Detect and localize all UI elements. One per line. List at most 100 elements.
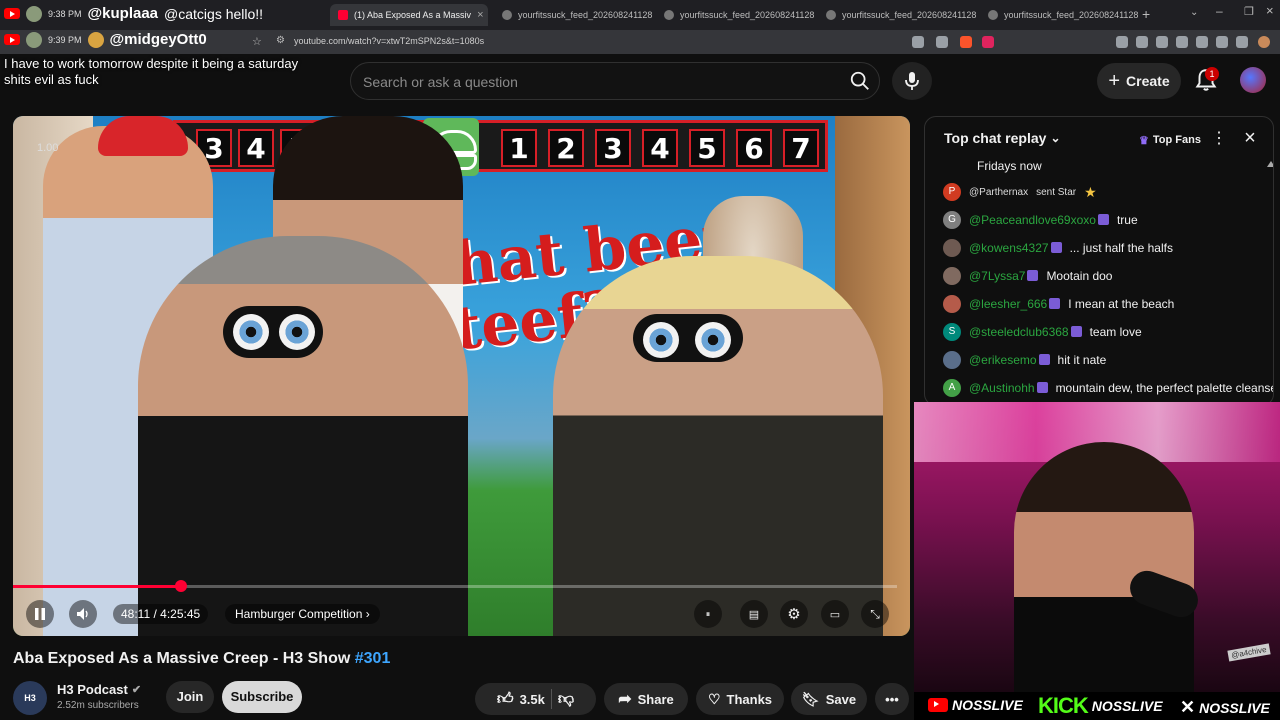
hashtag-link[interactable]: #301 xyxy=(355,650,391,667)
tab-title: (1) Aba Exposed As a Massiv xyxy=(354,10,472,20)
star-icon: ★ xyxy=(1084,183,1097,200)
chat-username[interactable]: @Austinohh xyxy=(969,381,1048,395)
volume-button[interactable] xyxy=(69,600,97,628)
create-button[interactable]: + Create xyxy=(1097,63,1181,99)
channel-name[interactable]: H3 Podcast ✔ xyxy=(57,682,141,697)
autoplay-toggle[interactable]: ⏸ xyxy=(694,600,722,628)
googly-eye-icon xyxy=(643,322,679,358)
settings-button[interactable]: ⚙ xyxy=(780,600,808,628)
youtube-handle: NOSSLIVE xyxy=(928,697,1023,713)
subscribe-button[interactable]: Subscribe xyxy=(222,681,302,713)
save-button[interactable]: 🔖︎ Save xyxy=(791,683,867,715)
chapter-button[interactable]: Hamburger Competition › xyxy=(225,604,380,624)
fullscreen-button[interactable]: ⤡ xyxy=(861,600,889,628)
chat-message-text: true xyxy=(1116,213,1138,227)
youtube-logo-icon xyxy=(4,34,20,45)
voice-search-button[interactable] xyxy=(892,62,932,100)
new-tab-icon[interactable]: + xyxy=(1142,6,1150,22)
theater-mode-button[interactable]: ▭ xyxy=(821,600,849,628)
close-icon[interactable]: × xyxy=(1241,128,1259,148)
chat-username[interactable]: @leesher_666 xyxy=(969,297,1061,311)
brave-rewards-icon[interactable] xyxy=(982,36,994,48)
progress-bar[interactable] xyxy=(13,580,897,592)
tab-close-icon[interactable]: × xyxy=(477,9,483,21)
volume-icon xyxy=(77,608,88,620)
browser-tab[interactable]: yourfitssuck_feed_2026082411281 xyxy=(656,4,814,26)
sidebar-icon[interactable] xyxy=(1176,36,1188,48)
close-window-icon[interactable]: × xyxy=(1266,3,1274,18)
search-bar[interactable]: Search or ask a question xyxy=(350,62,880,100)
zoom-icon[interactable] xyxy=(912,36,924,48)
chat-message-row: @leesher_666 I mean at the beach xyxy=(943,295,1174,313)
top-fans-button[interactable]: ♛ Top Fans xyxy=(1133,129,1207,151)
chat-username-text: @leesher_666 xyxy=(969,297,1048,311)
chat-mode-dropdown[interactable]: Top chat replay ⌄ xyxy=(944,130,1061,146)
extension-icon[interactable] xyxy=(1136,36,1148,48)
chat-username[interactable]: @kowens4327 xyxy=(969,241,1062,255)
scrubber-handle[interactable] xyxy=(175,580,187,592)
member-badge-icon xyxy=(1050,242,1062,253)
chat-username[interactable]: @steeledclub6368 xyxy=(969,325,1082,339)
avatar xyxy=(943,239,961,257)
chat-username[interactable]: @Parthernax xyxy=(969,187,1028,198)
search-input[interactable]: Search or ask a question xyxy=(363,74,518,90)
thanks-button[interactable]: ♡ Thanks xyxy=(696,683,784,715)
chat-username-text: @kowens4327 xyxy=(969,241,1049,255)
youtube-logo-icon xyxy=(4,8,20,19)
chat-message: @catcigs hello!! xyxy=(164,5,264,22)
browser-tab[interactable]: yourfitssuck_feed_2026082411281 xyxy=(494,4,652,26)
browser-tab[interactable]: yourfitssuck_feed_2026082411281 xyxy=(818,4,976,26)
avatar xyxy=(943,267,961,285)
handle-text: NOSSLIVE xyxy=(1199,699,1270,716)
chat-message-row: A @Austinohh mountain dew, the perfect p… xyxy=(943,379,1273,397)
scroll-up-arrow-icon[interactable] xyxy=(1267,161,1273,167)
globe-icon xyxy=(664,10,674,20)
avatar xyxy=(943,351,961,369)
maximize-icon[interactable]: ❐ xyxy=(1244,5,1254,18)
player-controls: 48:11 / 4:25:45 Hamburger Competition › … xyxy=(13,596,910,630)
chat-message-row: P @Parthernax sent Star ★ xyxy=(943,183,1097,201)
scoreboard: 3 4 5 1 2 3 4 5 6 7 xyxy=(173,120,828,172)
channel-name-text[interactable]: H3 Podcast xyxy=(57,682,128,697)
pause-button[interactable] xyxy=(26,600,54,628)
tab-search-icon[interactable]: ⌄ xyxy=(1190,7,1198,18)
chat-timestamp: 9:39 PM xyxy=(48,34,82,45)
save-label: Save xyxy=(825,691,857,707)
browser-tab-active[interactable]: (1) Aba Exposed As a Massiv × xyxy=(330,4,488,26)
minimize-icon[interactable]: – xyxy=(1216,4,1223,18)
subtitles-button[interactable]: ▤ xyxy=(740,600,768,628)
search-icon[interactable] xyxy=(849,70,871,92)
x-logo-icon: ✕ xyxy=(1180,697,1196,717)
score-digit: 4 xyxy=(642,129,678,167)
extension-icon[interactable] xyxy=(1216,36,1228,48)
profile-icon[interactable] xyxy=(1258,36,1270,48)
music-icon[interactable] xyxy=(1156,36,1168,48)
dislike-button[interactable]: 👎︎ xyxy=(558,690,574,709)
member-badge-icon xyxy=(1036,382,1048,393)
avatar: G xyxy=(943,211,961,229)
channel-avatar[interactable]: H3 xyxy=(13,681,47,715)
more-actions-button[interactable]: ••• xyxy=(875,683,909,715)
handle-text: NOSSLIVE xyxy=(1091,698,1163,714)
more-vertical-icon[interactable]: ⋮ xyxy=(1211,129,1227,149)
chat-username[interactable]: @Peaceandlove69xoxo xyxy=(969,213,1109,227)
join-button[interactable]: Join xyxy=(166,681,214,713)
browser-tab[interactable]: yourfitssuck_feed_2026082411281 xyxy=(980,4,1138,26)
account-avatar[interactable] xyxy=(1240,67,1266,93)
wallet-icon[interactable] xyxy=(1196,36,1208,48)
share-button[interactable]: ➦ Share xyxy=(604,683,688,715)
like-button[interactable]: 👍︎ 3.5k xyxy=(497,690,545,709)
chat-username: @kuplaaa xyxy=(87,5,159,22)
vpn-icon[interactable] xyxy=(1236,36,1248,48)
chat-message-row: Fridays now xyxy=(977,159,1042,173)
chat-username[interactable]: @erikesemo xyxy=(969,353,1050,367)
brave-shield-icon[interactable] xyxy=(960,36,972,48)
member-badge-icon xyxy=(1097,214,1109,225)
chat-username[interactable]: @7Lyssa7 xyxy=(969,269,1039,283)
notification-badge: 1 xyxy=(1205,67,1219,81)
cast-icon[interactable] xyxy=(936,36,948,48)
divider xyxy=(550,689,552,709)
score-digit: 4 xyxy=(238,129,274,167)
extension-icon[interactable] xyxy=(1116,36,1128,48)
video-player[interactable]: 3 4 5 1 2 3 4 5 6 7 hat beef teef? 1.00 xyxy=(13,116,910,636)
